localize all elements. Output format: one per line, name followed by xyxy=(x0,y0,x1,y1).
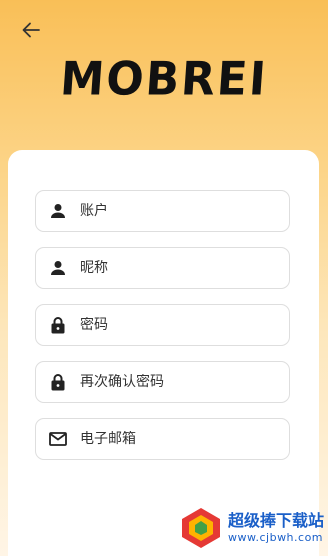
email-input[interactable] xyxy=(80,431,289,447)
mail-icon xyxy=(36,432,80,446)
watermark-url: www.cjbwh.com xyxy=(228,531,324,544)
confirm-password-input[interactable] xyxy=(80,374,289,390)
password-input[interactable] xyxy=(80,317,289,333)
back-button[interactable] xyxy=(16,16,46,44)
app-logo: MOBREI xyxy=(58,52,270,107)
watermark-title: 超级捧下载站 xyxy=(228,511,325,530)
site-watermark: 超级捧下载站 www.cjbwh.com xyxy=(178,504,324,552)
person-icon xyxy=(36,203,80,219)
person-icon xyxy=(36,260,80,276)
password-field[interactable] xyxy=(35,304,290,346)
email-field[interactable] xyxy=(35,418,290,460)
lock-icon xyxy=(36,316,80,334)
account-field[interactable] xyxy=(35,190,290,232)
watermark-logo-icon xyxy=(182,508,220,548)
nickname-input[interactable] xyxy=(80,260,289,276)
account-input[interactable] xyxy=(80,203,289,219)
register-card xyxy=(8,150,319,556)
nickname-field[interactable] xyxy=(35,247,290,289)
confirm-password-field[interactable] xyxy=(35,361,290,403)
lock-icon xyxy=(36,373,80,391)
arrow-left-icon xyxy=(22,22,40,38)
